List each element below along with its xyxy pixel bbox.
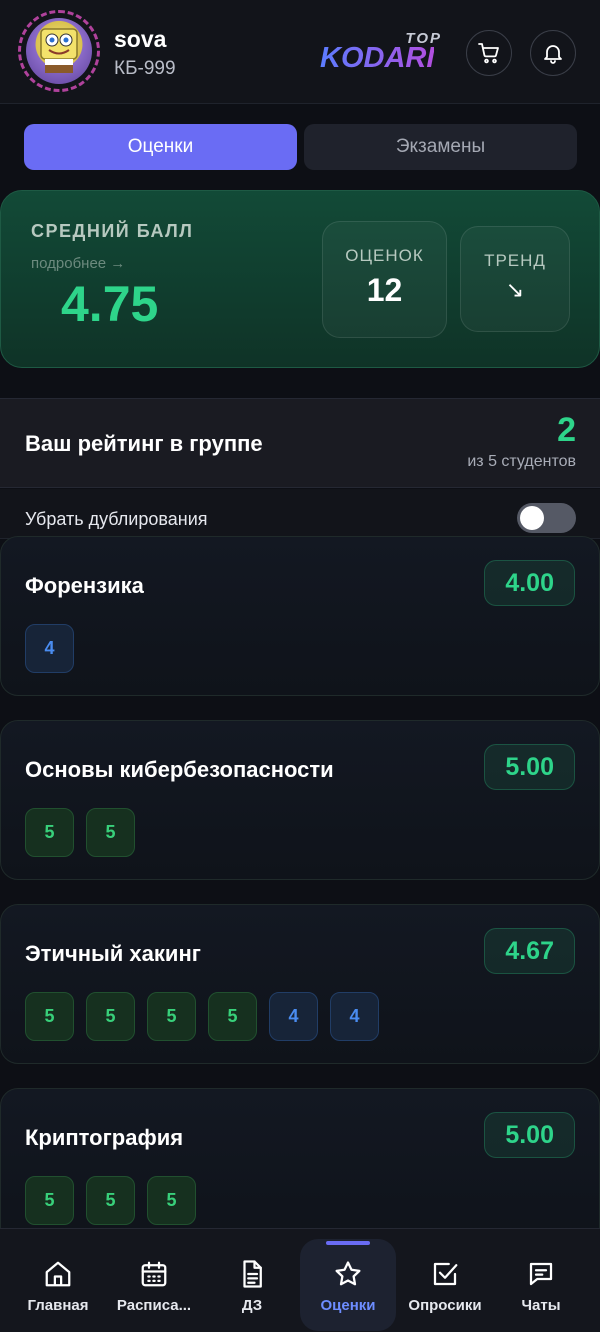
nav-item-chats[interactable]: Чаты — [506, 1229, 576, 1332]
trend-label: ТРЕНД — [484, 251, 546, 270]
dedup-label: Убрать дублирования — [25, 509, 208, 529]
grade-chip[interactable]: 4 — [269, 992, 318, 1041]
nav-label: Оценки — [320, 1297, 376, 1314]
subject-name: Этичный хакинг — [25, 941, 201, 966]
grades-tabs: Оценки Экзамены — [24, 124, 577, 170]
grade-chip[interactable]: 5 — [25, 992, 74, 1041]
username: sova — [114, 26, 167, 52]
nav-item-polls[interactable]: Опросики — [404, 1229, 486, 1332]
cart-icon — [478, 43, 499, 64]
nav-item-home[interactable]: Главная — [18, 1229, 98, 1332]
group-rating: Ваш рейтинг в группе 2 из 5 студентов — [0, 398, 600, 488]
nav-label: Расписа... — [116, 1297, 192, 1314]
grade-list: 5 5 — [25, 808, 135, 857]
average-score-card[interactable]: СРЕДНИЙ БАЛЛ подробнее → 4.75 ОЦЕНОК 12 … — [0, 190, 600, 368]
subject-name: Криптография — [25, 1125, 184, 1150]
average-value: 4.75 — [61, 276, 159, 332]
subject-card[interactable]: Основы кибербезопасности 5.00 5 5 — [0, 720, 600, 880]
group-code: КБ-999 — [114, 58, 176, 79]
grade-list: 5 5 5 — [25, 1176, 196, 1225]
app-logo: TOP KODARI — [320, 30, 450, 80]
grade-list: 5 5 5 5 4 4 — [25, 992, 379, 1041]
grade-chip[interactable]: 5 — [86, 1176, 135, 1225]
chat-icon — [529, 1262, 553, 1286]
rating-place: 2 — [557, 411, 576, 449]
star-icon — [335, 1261, 361, 1286]
grade-list: 4 — [25, 624, 74, 673]
nav-item-homework[interactable]: ДЗ — [222, 1229, 282, 1332]
grades-count-label: ОЦЕНОК — [345, 246, 424, 265]
tab-grades[interactable]: Оценки — [24, 124, 297, 170]
cart-button[interactable] — [466, 30, 512, 76]
dedup-row: Убрать дублирования — [0, 489, 600, 539]
nav-item-schedule[interactable]: Расписа... — [106, 1229, 202, 1332]
grade-chip[interactable]: 5 — [86, 808, 135, 857]
rating-subtitle: из 5 студентов — [467, 453, 576, 470]
home-icon — [45, 1261, 71, 1287]
average-label: СРЕДНИЙ БАЛЛ — [31, 221, 194, 241]
grade-chip[interactable]: 5 — [25, 1176, 74, 1225]
trend-arrow-icon: ↘ — [505, 277, 525, 302]
nav-label: Опросики — [408, 1297, 482, 1314]
rating-title: Ваш рейтинг в группе — [25, 431, 263, 456]
trend-box: ТРЕНД ↘ — [460, 226, 570, 332]
grade-chip[interactable]: 5 — [25, 808, 74, 857]
nav-label: Чаты — [521, 1297, 561, 1314]
subject-average: 5.00 — [484, 744, 575, 790]
nav-label: ДЗ — [241, 1297, 263, 1314]
grade-chip[interactable]: 4 — [330, 992, 379, 1041]
subject-name: Основы кибербезопасности — [25, 757, 334, 782]
grade-chip[interactable]: 4 — [25, 624, 74, 673]
grades-count-value: 12 — [366, 272, 403, 308]
grade-chip[interactable]: 5 — [208, 992, 257, 1041]
nav-label: Главная — [27, 1297, 89, 1314]
subject-average: 4.00 — [484, 560, 575, 606]
dedup-toggle[interactable] — [517, 503, 576, 533]
nav-item-grades[interactable]: Оценки — [300, 1229, 396, 1332]
logo-main-text: KODARI — [320, 42, 435, 74]
subject-average: 4.67 — [484, 928, 575, 974]
notifications-button[interactable] — [530, 30, 576, 76]
bottom-navigation: Главная Расписа... ДЗ Оценки Опросики Ча… — [0, 1228, 600, 1332]
avatar-image — [26, 18, 92, 84]
grade-chip[interactable]: 5 — [86, 992, 135, 1041]
avatar-character-icon — [40, 28, 78, 73]
avatar[interactable] — [18, 10, 100, 92]
bell-icon — [544, 45, 562, 64]
checkbox-icon — [433, 1262, 458, 1286]
grades-count-box: ОЦЕНОК 12 — [322, 221, 447, 338]
subject-card[interactable]: Криптография 5.00 5 5 5 — [0, 1088, 600, 1248]
toggle-knob — [520, 506, 544, 530]
subject-card[interactable]: Форензика 4.00 4 — [0, 536, 600, 696]
subject-name: Форензика — [25, 573, 144, 598]
grade-chip[interactable]: 5 — [147, 992, 196, 1041]
document-icon — [243, 1260, 262, 1288]
app-header: sova КБ-999 TOP KODARI — [0, 0, 600, 104]
subject-average: 5.00 — [484, 1112, 575, 1158]
grade-chip[interactable]: 5 — [147, 1176, 196, 1225]
average-details-link[interactable]: подробнее → — [31, 255, 125, 272]
calendar-icon — [141, 1261, 167, 1287]
tab-exams[interactable]: Экзамены — [304, 124, 577, 170]
subject-card[interactable]: Этичный хакинг 4.67 5 5 5 5 4 4 — [0, 904, 600, 1064]
